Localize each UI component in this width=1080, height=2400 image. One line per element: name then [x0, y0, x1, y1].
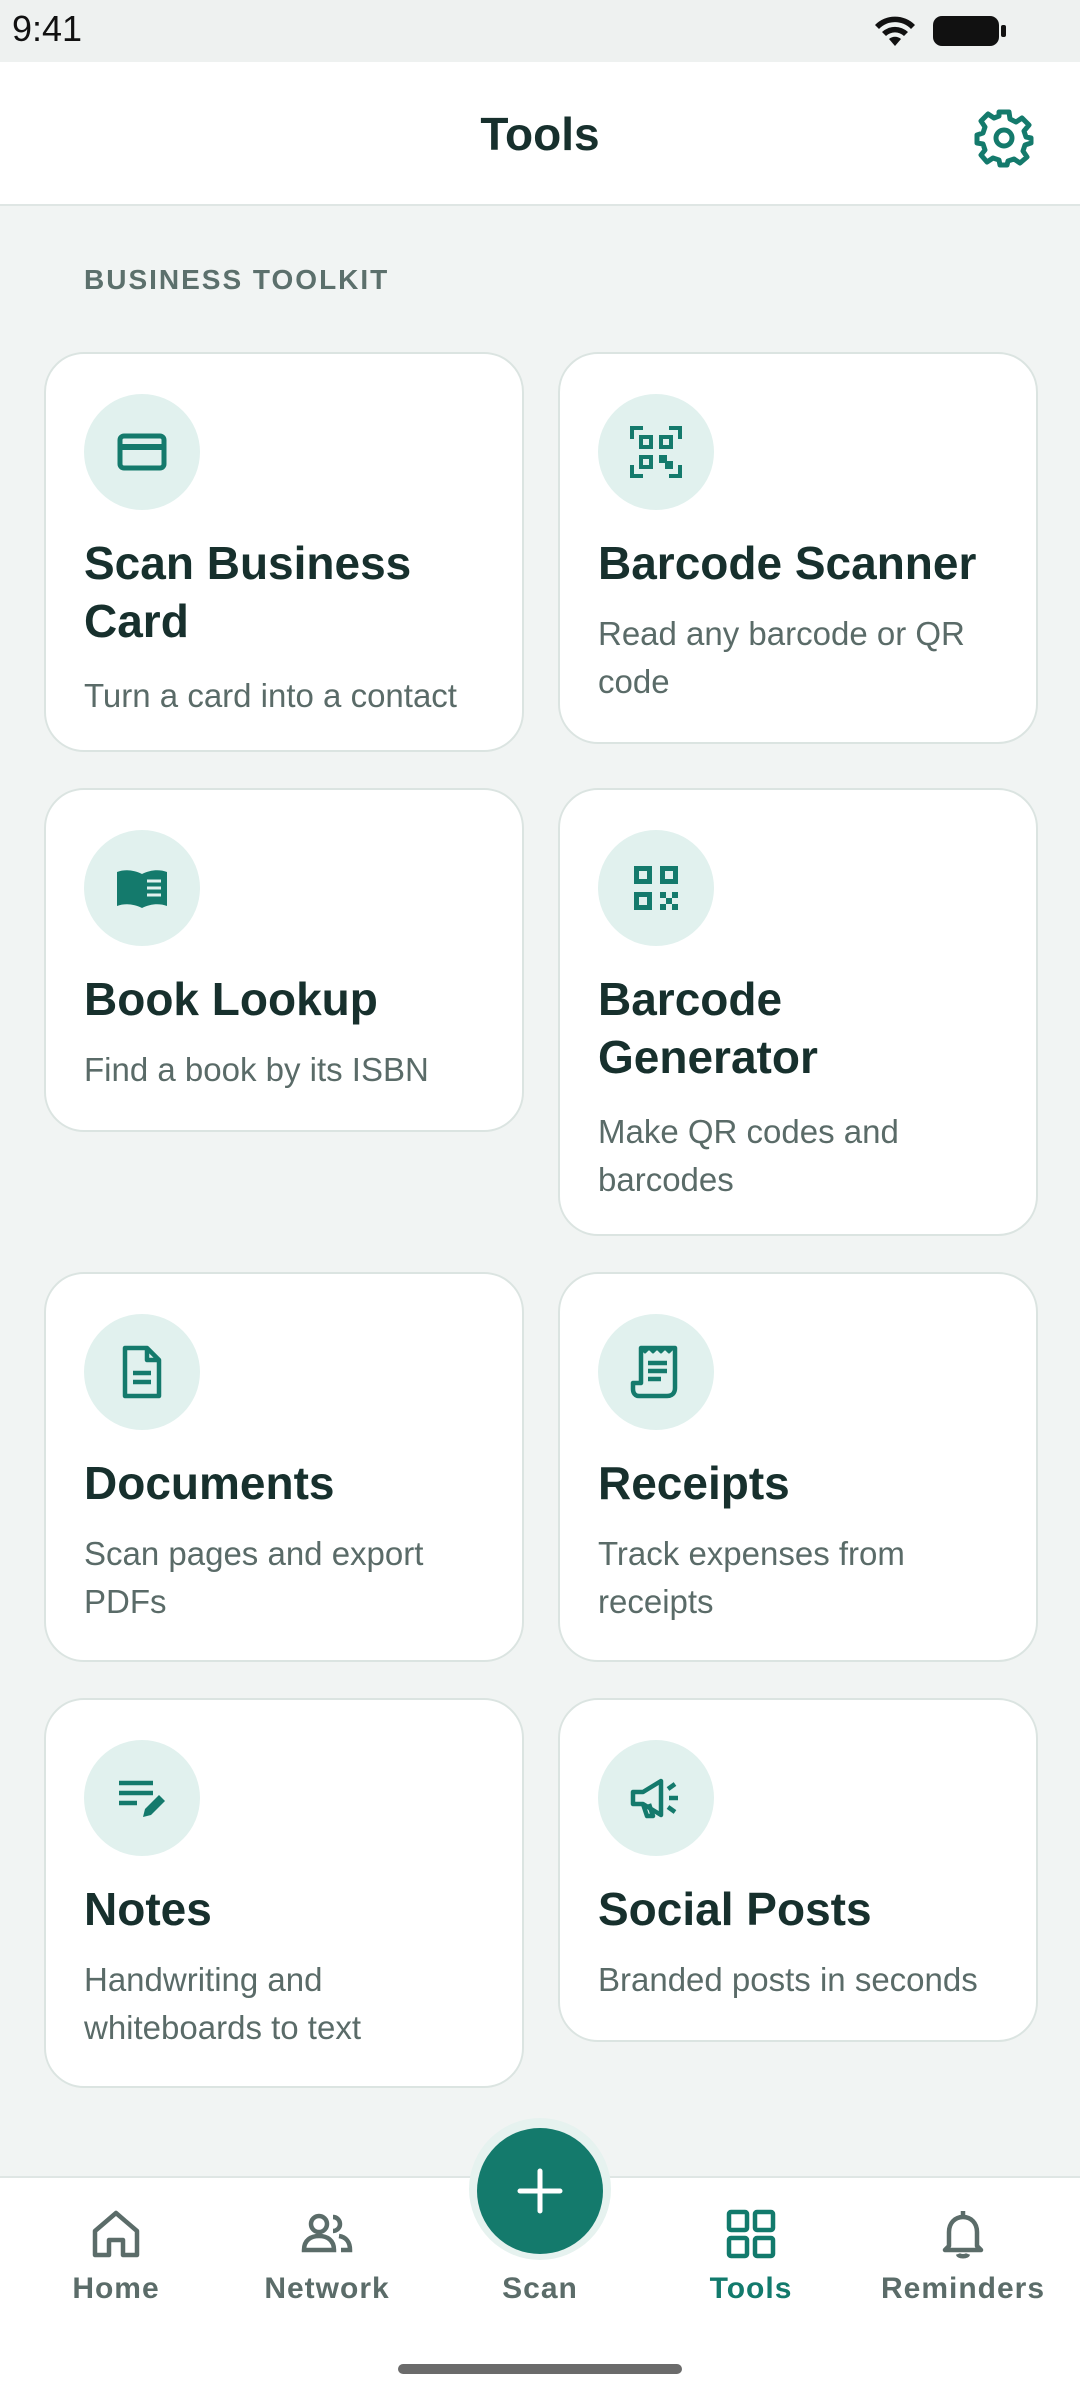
tool-title: Barcode Generator: [598, 973, 818, 1083]
nav-item-tools[interactable]: Tools: [646, 2178, 856, 2338]
nav-label: Reminders: [880, 2272, 1046, 2305]
nav-label: Home: [72, 2272, 160, 2305]
nav-label: Scan: [502, 2272, 578, 2305]
nav-label: Network: [264, 2272, 390, 2305]
tool-title: Receipts: [598, 1457, 790, 1509]
people-icon: [301, 2213, 353, 2253]
tool-description: Read any barcode or QR code: [598, 615, 965, 700]
credit-card-icon: [84, 394, 200, 510]
app-bar: Tools: [0, 62, 1080, 206]
tool-title: Social Posts: [598, 1883, 872, 1935]
home-icon: [92, 2210, 140, 2258]
tool-card-scan-business-card[interactable]: Scan Business Card Turn a card into a co…: [44, 352, 524, 752]
battery-icon: [933, 16, 1006, 46]
receipt-icon: [598, 1314, 714, 1430]
scan-fab-button[interactable]: [477, 2128, 603, 2254]
tool-title: Notes: [84, 1883, 212, 1935]
tool-card-book-lookup[interactable]: Book Lookup Find a book by its ISBN: [44, 788, 524, 1132]
qr-scan-icon: [598, 394, 714, 510]
megaphone-icon: [598, 1740, 714, 1856]
tool-description: Scan pages and export PDFs: [84, 1535, 424, 1620]
document-icon: [84, 1314, 200, 1430]
status-bar: 9:41: [0, 0, 1080, 62]
status-time: 9:41: [12, 8, 83, 49]
qr-code-icon: [598, 830, 714, 946]
tool-card-documents[interactable]: Documents Scan pages and export PDFs: [44, 1272, 524, 1662]
tool-description: Handwriting and whiteboards to text: [84, 1961, 361, 2046]
nav-item-home[interactable]: Home: [11, 2178, 221, 2338]
open-book-icon: [84, 830, 200, 946]
tool-title: Barcode Scanner: [598, 537, 977, 589]
tool-description: Turn a card into a contact: [84, 677, 457, 714]
tool-title: Book Lookup: [84, 973, 378, 1025]
plus-icon: [517, 2168, 563, 2214]
tool-card-receipts[interactable]: Receipts Track expenses from receipts: [558, 1272, 1038, 1662]
gear-icon[interactable]: [972, 106, 1036, 170]
tool-card-barcode-scanner[interactable]: Barcode Scanner Read any barcode or QR c…: [558, 352, 1038, 744]
tool-title: Scan Business Card: [84, 537, 412, 647]
nav-item-network[interactable]: Network: [222, 2178, 432, 2338]
section-label: BUSINESS TOOLKIT: [84, 264, 390, 295]
nav-label: Tools: [709, 2272, 793, 2305]
tool-card-notes[interactable]: Notes Handwriting and whiteboards to tex…: [44, 1698, 524, 2088]
page-title: Tools: [480, 108, 600, 160]
tool-card-social-posts[interactable]: Social Posts Branded posts in seconds: [558, 1698, 1038, 2042]
notes-pen-icon: [84, 1740, 200, 1856]
tool-description: Branded posts in seconds: [598, 1961, 978, 1998]
tool-description: Track expenses from receipts: [598, 1535, 905, 1620]
grid-icon: [726, 2209, 776, 2259]
tool-description: Make QR codes and barcodes: [598, 1113, 899, 1198]
home-indicator[interactable]: [398, 2364, 682, 2374]
bell-icon: [942, 2211, 984, 2259]
nav-item-reminders[interactable]: Reminders: [858, 2178, 1068, 2338]
wifi-icon: [875, 16, 915, 46]
tool-card-barcode-generator[interactable]: Barcode Generator Make QR codes and barc…: [558, 788, 1038, 1236]
tool-title: Documents: [84, 1457, 335, 1509]
tool-description: Find a book by its ISBN: [84, 1051, 429, 1088]
